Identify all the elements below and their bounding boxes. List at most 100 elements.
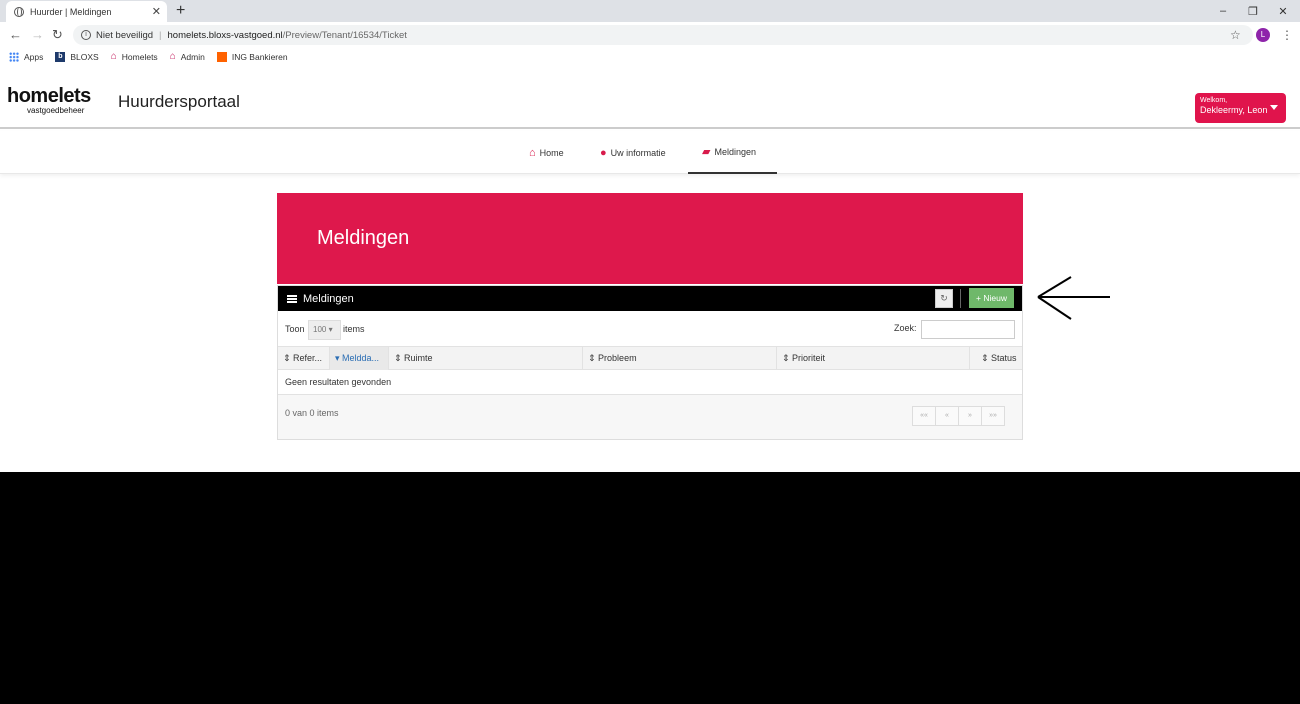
column-header-status[interactable]: ⇕ Status <box>970 347 1022 370</box>
bookmark-ing[interactable]: ING Bankieren <box>216 52 288 62</box>
browser-menu-icon[interactable]: ⋮ <box>1281 28 1293 42</box>
tickets-panel: Meldingen ↻ + Nieuw Toon 100 ▾ items Zoe… <box>277 285 1023 440</box>
page-size-select[interactable]: 100 ▾ <box>308 320 341 340</box>
new-ticket-button[interactable]: + Nieuw <box>969 288 1014 308</box>
security-label: Niet beveiligd <box>96 29 154 41</box>
column-header-referentie[interactable]: ⇕ Refer... <box>278 347 330 370</box>
column-header-melddatum[interactable]: ▾ Meldda... <box>330 347 389 370</box>
forward-icon[interactable]: → <box>31 26 44 44</box>
logo-tagline: vastgoedbeheer <box>27 106 85 115</box>
refresh-button[interactable]: ↻ <box>935 289 953 308</box>
column-header-probleem[interactable]: ⇕ Probleem <box>583 347 777 370</box>
content-container: Meldingen Meldingen ↻ + Nieuw Toon 100 ▾… <box>277 193 1023 440</box>
column-label: Prioriteit <box>792 353 826 363</box>
user-name: Dekleermy, Leon <box>1200 105 1268 115</box>
site-header: homelets vastgoedbeheer Huurdersportaal … <box>0 70 1300 129</box>
previous-page-button[interactable]: « <box>935 406 959 426</box>
browser-chrome: Huurder | Meldingen ✕ + – ❐ ✕ ← → ↻ i Ni… <box>0 0 1300 70</box>
minimize-button[interactable]: – <box>1208 0 1238 22</box>
reload-icon[interactable]: ↻ <box>52 26 63 44</box>
column-label: Status <box>991 353 1017 363</box>
sort-icon: ⇕ <box>782 353 793 363</box>
caret-down-icon: ▾ <box>328 325 333 334</box>
bloxs-icon: b <box>55 52 66 62</box>
bookmark-label: Admin <box>180 52 205 62</box>
nav-label: Home <box>539 147 564 158</box>
panel-title: Meldingen <box>303 292 354 305</box>
sort-icon: ⇕ <box>394 353 405 363</box>
sort-icon: ⇕ <box>283 353 294 363</box>
show-label: Toon <box>285 324 305 334</box>
panel-header: Meldingen ↻ + Nieuw <box>278 286 1022 311</box>
profile-avatar[interactable]: L <box>1256 28 1270 42</box>
pagination: «« « » »» <box>912 406 1005 426</box>
new-button-label: Nieuw <box>983 293 1007 303</box>
user-menu-button[interactable]: Welkom, Dekleermy, Leon <box>1195 93 1286 123</box>
page-title: Meldingen <box>317 227 410 249</box>
first-page-button[interactable]: «« <box>912 406 936 426</box>
user-icon: ● <box>600 146 607 159</box>
tab-title: Huurder | Meldingen <box>30 6 112 17</box>
bookmark-apps[interactable]: Apps <box>9 52 43 62</box>
page-size-value: 100 <box>313 325 327 334</box>
item-count: 0 van 0 items <box>285 408 339 418</box>
caret-down-icon <box>1270 105 1278 110</box>
folder-open-icon: ▰ <box>702 146 711 158</box>
sort-desc-icon: ▾ <box>335 353 343 363</box>
column-label: Refer... <box>293 353 323 363</box>
nav-meldingen[interactable]: ▰ Meldingen <box>688 131 777 174</box>
address-bar[interactable]: i Niet beveiligd | homelets.bloxs-vastgo… <box>73 25 1253 45</box>
column-label: Ruimte <box>404 353 433 363</box>
toolbar-divider <box>960 289 961 308</box>
website: homelets vastgoedbeheer Huurdersportaal … <box>0 70 1300 472</box>
bookmark-label: Apps <box>24 52 44 62</box>
last-page-button[interactable]: »» <box>981 406 1005 426</box>
nav-uw-informatie[interactable]: ● Uw informatie <box>600 131 666 174</box>
welcome-greeting: Welkom, <box>1200 97 1228 104</box>
bookmark-label: ING Bankieren <box>231 52 288 62</box>
ing-icon <box>216 52 227 62</box>
nav-home[interactable]: ⌂ Home <box>529 131 564 174</box>
bookmark-label: Homelets <box>121 52 158 62</box>
nav-label: Uw informatie <box>610 147 666 158</box>
apps-grid-icon <box>9 52 19 62</box>
column-header-prioriteit[interactable]: ⇕ Prioriteit <box>777 347 970 370</box>
column-label: Probleem <box>598 353 637 363</box>
tab-strip: Huurder | Meldingen ✕ + – ❐ ✕ <box>0 0 1300 22</box>
search-label: Zoek: <box>894 323 917 333</box>
bookmarks-bar: Apps b BLOXS ⌂ Homelets ⌂ Admin ING Bankier… <box>0 48 1300 66</box>
url-host: homelets.bloxs-vastgoed.nl <box>167 29 283 41</box>
table-footer: 0 van 0 items «« « » »» <box>278 394 1022 439</box>
main-navigation: ⌂ Home ● Uw informatie ▰ Meldingen <box>0 131 1300 174</box>
maximize-button[interactable]: ❐ <box>1238 0 1268 22</box>
back-icon[interactable]: ← <box>9 26 22 44</box>
bookmark-bloxs[interactable]: b BLOXS <box>55 52 99 62</box>
next-page-button[interactable]: » <box>958 406 982 426</box>
logo-brand: homelets <box>7 85 91 107</box>
sort-icon: ⇕ <box>981 353 992 363</box>
portal-title: Huurdersportaal <box>118 92 240 111</box>
tab-close-icon[interactable]: ✕ <box>152 5 161 18</box>
close-window-button[interactable]: ✕ <box>1268 0 1298 22</box>
sort-icon: ⇕ <box>588 353 599 363</box>
nav-label: Meldingen <box>714 146 756 157</box>
address-row: ← → ↻ i Niet beveiligd | homelets.bloxs-… <box>0 24 1300 46</box>
globe-icon <box>14 6 24 17</box>
table-header: ⇕ Refer... ▾ Meldda... ⇕ Ruimte ⇕ Proble… <box>278 346 1022 370</box>
home-icon: ⌂ <box>529 146 536 159</box>
bookmark-admin[interactable]: ⌂ Admin <box>169 51 205 63</box>
address-separator: | <box>159 29 162 41</box>
homelets-icon: ⌂ <box>169 51 176 62</box>
bookmark-star-icon[interactable]: ☆ <box>1230 28 1241 42</box>
search-input[interactable] <box>921 320 1015 339</box>
bookmark-homelets[interactable]: ⌂ Homelets <box>111 52 158 63</box>
homelets-logo[interactable]: homelets vastgoedbeheer <box>7 86 91 115</box>
browser-tab[interactable]: Huurder | Meldingen ✕ <box>6 1 167 22</box>
url-path: /Preview/Tenant/16534/Ticket <box>282 29 407 41</box>
items-label: items <box>343 324 365 334</box>
list-icon <box>287 294 297 303</box>
page-hero: Meldingen <box>277 193 1023 284</box>
column-header-ruimte[interactable]: ⇕ Ruimte <box>389 347 583 370</box>
info-icon[interactable]: i <box>81 30 91 40</box>
new-tab-button[interactable]: + <box>176 2 185 20</box>
